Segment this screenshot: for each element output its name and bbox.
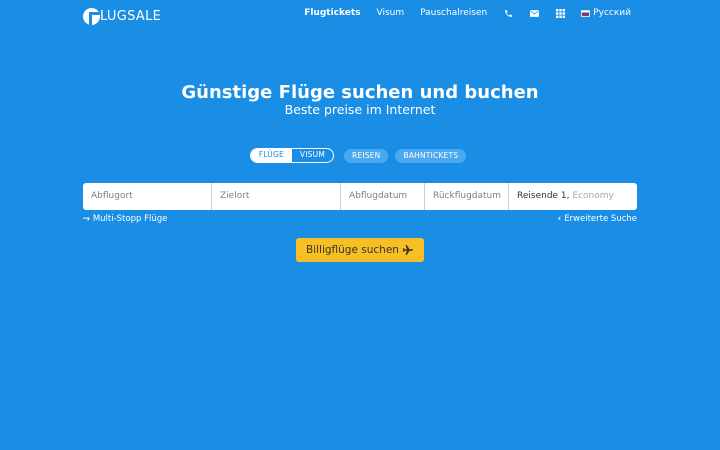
airplane-icon: [402, 245, 413, 255]
advanced-search-icon: ‹: [557, 214, 562, 224]
tab-group: FLÜGE VISUM: [249, 148, 334, 163]
origin-input[interactable]: Abflugort: [83, 183, 212, 210]
flag-ru-icon: [581, 9, 591, 17]
cabin-class: Economy: [572, 191, 614, 201]
language-label: Русский: [593, 8, 631, 18]
phone-icon[interactable]: [503, 8, 513, 18]
search-flights-button[interactable]: Billigflüge suchen: [296, 238, 424, 262]
destination-input[interactable]: Zielort: [212, 183, 341, 210]
travelers-count: Reisende 1,: [517, 191, 570, 201]
multistop-link[interactable]: ⤳ Multi-Stopp Flüge: [83, 214, 167, 224]
advanced-search-label: Erweiterte Suche: [564, 214, 637, 224]
page-subtitle: Beste preise im Internet: [284, 102, 436, 117]
logo-text: LUGSALE: [100, 8, 162, 24]
search-options: ⤳ Multi-Stopp Flüge ‹ Erweiterte Suche: [83, 214, 637, 224]
language-switch[interactable]: Русский: [581, 8, 631, 18]
tab-trips[interactable]: REISEN: [344, 148, 389, 163]
product-tabs: FLÜGE VISUM REISEN BAHNTICKETS: [0, 148, 720, 163]
logo-icon: [83, 7, 100, 25]
nav-flights[interactable]: Flugtickets: [304, 8, 360, 18]
main-nav: Flugtickets Visum Pauschalreisen Русский: [304, 8, 631, 18]
grid-icon[interactable]: [555, 8, 565, 18]
travelers-select[interactable]: Reisende 1, Economy: [509, 183, 637, 210]
return-date-input[interactable]: Rückflugdatum: [425, 183, 509, 210]
tab-rail[interactable]: BAHNTICKETS: [395, 148, 467, 163]
multistop-label: Multi-Stopp Flüge: [92, 214, 168, 224]
header: LUGSALE Flugtickets Visum Pauschalreisen…: [0, 0, 720, 30]
search-flights-label: Billigflüge suchen: [306, 244, 399, 256]
envelope-icon[interactable]: [529, 8, 539, 18]
tab-visa[interactable]: VISUM: [292, 149, 333, 162]
logo[interactable]: LUGSALE: [83, 7, 161, 25]
tab-flights[interactable]: FLÜGE: [250, 149, 292, 162]
nav-visa[interactable]: Visum: [377, 8, 405, 18]
nav-packages[interactable]: Pauschalreisen: [420, 8, 487, 18]
depart-date-input[interactable]: Abflugdatum: [341, 183, 425, 210]
flight-search-form: Abflugort Zielort Abflugdatum Rückflugda…: [83, 183, 637, 210]
page-title: Günstige Flüge suchen und buchen: [181, 82, 539, 103]
multistop-icon: ⤳: [83, 214, 90, 224]
advanced-search-link[interactable]: ‹ Erweiterte Suche: [558, 214, 637, 224]
